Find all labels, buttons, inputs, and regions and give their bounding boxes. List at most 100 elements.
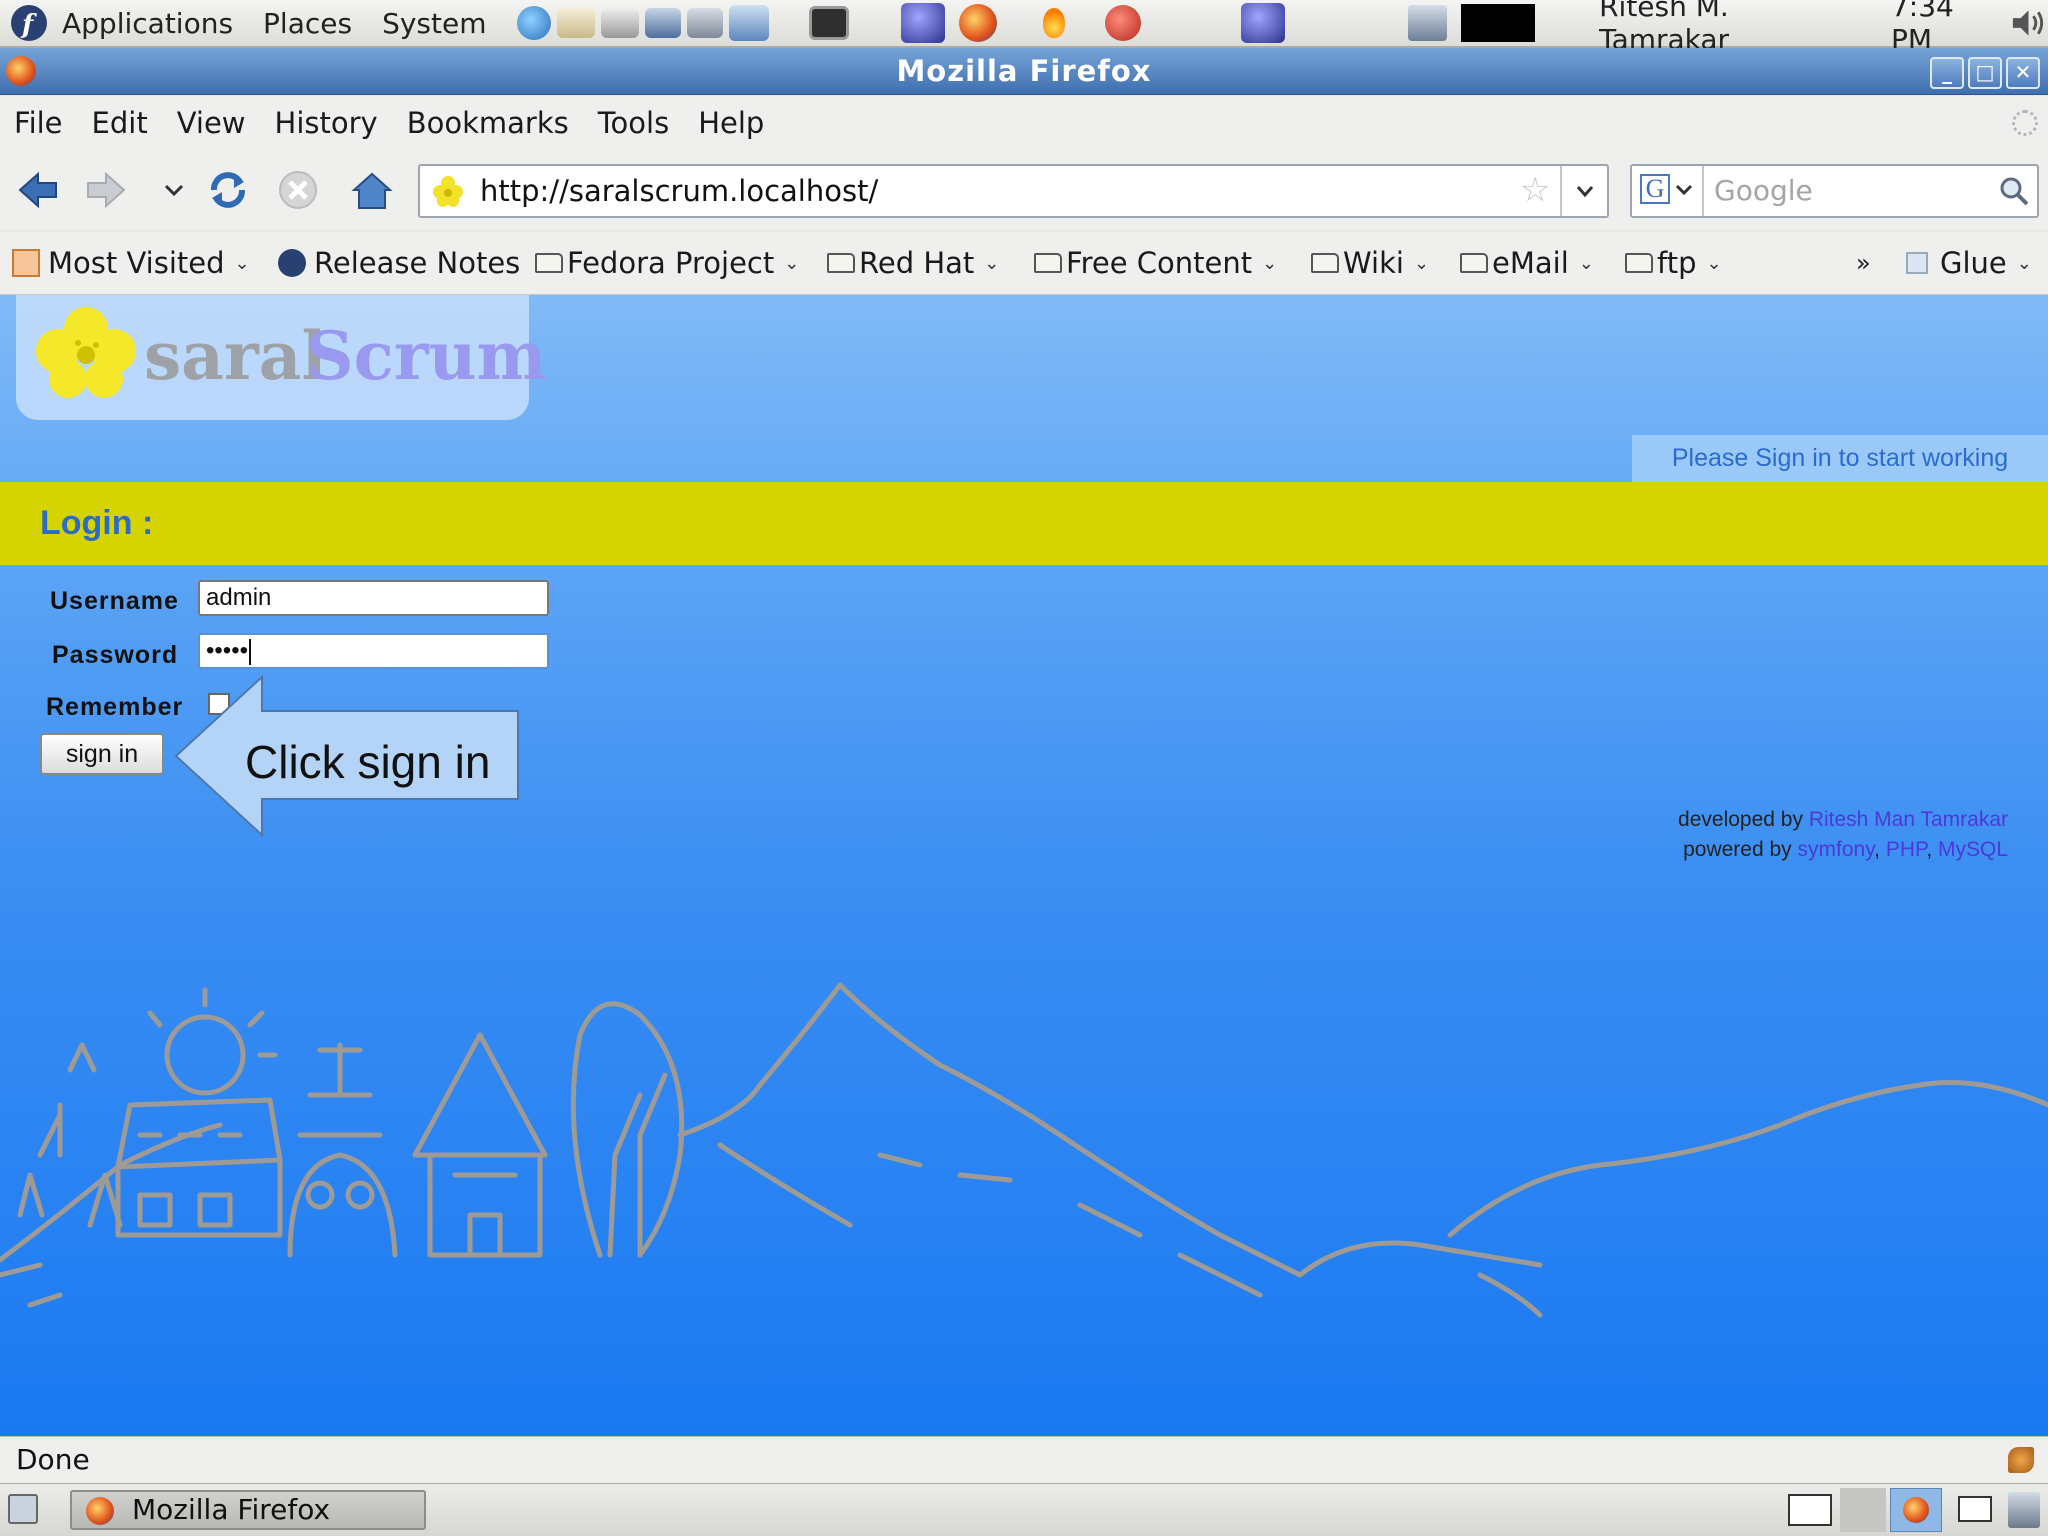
home-button[interactable] <box>350 168 394 212</box>
disk-launcher-icon[interactable] <box>686 8 723 38</box>
firefox-launcher-icon[interactable] <box>958 4 997 42</box>
bookmark-email-label: eMail <box>1492 246 1569 280</box>
credit-separator: , <box>1874 838 1886 861</box>
username-field[interactable]: admin <box>198 580 549 616</box>
search-bar[interactable]: G Google <box>1630 164 2039 218</box>
minimize-icon[interactable]: _ <box>1930 57 1964 89</box>
fedora-bookmark-icon <box>278 249 306 277</box>
reload-button[interactable] <box>206 168 250 212</box>
page-content: saral Scrum Please Sign in to start work… <box>0 295 2048 1436</box>
credit-separator: , <box>1926 838 1938 861</box>
firefox-task-icon <box>86 1497 114 1525</box>
workspace-1[interactable] <box>1788 1494 1832 1526</box>
logo-text-scrum: Scrum <box>306 317 547 395</box>
bookmark-ftp[interactable]: ftp ⌄ <box>1625 232 1722 294</box>
bookmark-ftp-label: ftp <box>1657 246 1697 280</box>
developer-link[interactable]: Ritesh Man Tamrakar <box>1809 808 2008 831</box>
volume-icon[interactable] <box>2009 5 2048 41</box>
search-engine-dropdown-icon[interactable] <box>1672 178 1696 202</box>
google-engine-icon[interactable]: G <box>1640 174 1670 204</box>
bookmarks-overflow-button[interactable]: » <box>1856 232 1871 294</box>
forward-button[interactable] <box>84 168 128 212</box>
eclipse-window-icon[interactable] <box>1240 3 1285 43</box>
bookmark-free-content[interactable]: Free Content ⌄ <box>1034 232 1277 294</box>
eclipse-launcher-icon[interactable] <box>900 3 945 43</box>
symfony-link[interactable]: symfony <box>1798 838 1875 861</box>
folder-icon <box>535 253 563 273</box>
url-bar[interactable]: http://saralscrum.localhost/ ☆ <box>418 164 1609 218</box>
tray-black-widget[interactable] <box>1461 4 1536 42</box>
back-button[interactable] <box>16 168 60 212</box>
trash-icon[interactable] <box>2008 1492 2040 1528</box>
menu-edit[interactable]: Edit <box>92 106 148 140</box>
folder-icon <box>1625 253 1653 273</box>
workspace-firefox-icon <box>1903 1497 1929 1523</box>
search-icon[interactable] <box>1998 175 2030 207</box>
mysql-link[interactable]: MySQL <box>1938 838 2008 861</box>
workspace-4[interactable] <box>1958 1496 1992 1522</box>
system-monitor-launcher-icon[interactable] <box>728 5 769 41</box>
terminal-launcher-icon[interactable] <box>808 6 849 40</box>
menu-file[interactable]: File <box>14 106 63 140</box>
site-logo[interactable]: saral Scrum <box>16 295 546 420</box>
chevron-down-icon: ⌄ <box>1578 252 1594 274</box>
menu-help[interactable]: Help <box>698 106 764 140</box>
chevron-down-icon: ⌄ <box>1706 252 1722 274</box>
menu-tools[interactable]: Tools <box>598 106 669 140</box>
network-status-icon[interactable] <box>1408 5 1447 41</box>
taskbar-firefox-button[interactable]: Mozilla Firefox <box>70 1490 426 1530</box>
window-title: Mozilla Firefox <box>896 54 1152 88</box>
bookmark-wiki[interactable]: Wiki ⌄ <box>1311 232 1429 294</box>
throbber-icon <box>2012 110 2038 136</box>
window-titlebar[interactable]: Mozilla Firefox _ □ ✕ <box>0 48 2048 95</box>
folder-icon <box>1311 253 1339 273</box>
bookmark-star-icon[interactable]: ☆ <box>1520 170 1550 210</box>
bookmark-release-notes[interactable]: Release Notes <box>278 232 520 294</box>
menu-view[interactable]: View <box>177 106 246 140</box>
stop-button[interactable] <box>276 168 320 212</box>
apple-launcher-icon[interactable] <box>1104 5 1141 41</box>
show-desktop-icon[interactable] <box>8 1494 38 1524</box>
menu-history[interactable]: History <box>275 106 378 140</box>
status-text: Done <box>16 1443 90 1476</box>
search-input[interactable]: Google <box>1714 166 1813 216</box>
remember-label: Remember <box>46 693 184 721</box>
username-label: Username <box>50 587 179 615</box>
bookmark-glue[interactable]: Glue ⌄ <box>1906 232 2032 294</box>
network-launcher-icon[interactable] <box>516 6 551 40</box>
workspace-2[interactable] <box>1840 1488 1886 1532</box>
bookmark-glue-label: Glue <box>1940 246 2007 280</box>
editor-launcher-icon[interactable] <box>600 8 639 38</box>
bookmark-most-visited[interactable]: Most Visited ⌄ <box>12 232 250 294</box>
menu-applications[interactable]: Applications <box>62 7 233 40</box>
flame-launcher-icon[interactable] <box>1042 8 1065 38</box>
menu-system[interactable]: System <box>382 7 486 40</box>
password-field[interactable]: ••••• <box>198 633 549 669</box>
menu-bookmarks[interactable]: Bookmarks <box>407 106 569 140</box>
fedora-logo-icon[interactable]: f <box>10 4 48 42</box>
sign-in-button[interactable]: sign in <box>40 733 164 775</box>
close-icon[interactable]: ✕ <box>2006 57 2040 89</box>
credits: developed by Ritesh Man Tamrakar powered… <box>1678 805 2008 865</box>
chevron-down-icon: ⌄ <box>234 252 250 274</box>
history-dropdown-icon[interactable] <box>152 168 196 212</box>
taskbar-firefox-label: Mozilla Firefox <box>132 1493 331 1526</box>
url-dropdown-icon[interactable] <box>1570 178 1600 204</box>
bookmark-red-hat[interactable]: Red Hat ⌄ <box>827 232 999 294</box>
bookmark-release-notes-label: Release Notes <box>314 246 521 280</box>
site-favicon-flower-icon[interactable] <box>432 175 464 207</box>
folder-icon <box>827 253 855 273</box>
menu-places[interactable]: Places <box>263 7 352 40</box>
maximize-icon[interactable]: □ <box>1968 57 2002 89</box>
workspace-3[interactable] <box>1890 1488 1942 1532</box>
login-title: Login : <box>40 504 154 542</box>
bookmark-email[interactable]: eMail ⌄ <box>1460 232 1594 294</box>
url-text[interactable]: http://saralscrum.localhost/ <box>480 166 878 216</box>
bookmark-fedora-project[interactable]: Fedora Project ⌄ <box>535 232 799 294</box>
php-link[interactable]: PHP <box>1886 838 1926 861</box>
mail-launcher-icon[interactable] <box>556 8 595 38</box>
addon-status-icon[interactable] <box>2008 1447 2034 1473</box>
screenshot-launcher-icon[interactable] <box>644 8 681 38</box>
bookmarks-toolbar: Most Visited ⌄ Release Notes Fedora Proj… <box>0 232 2048 295</box>
bookmark-free-content-label: Free Content <box>1066 246 1253 280</box>
